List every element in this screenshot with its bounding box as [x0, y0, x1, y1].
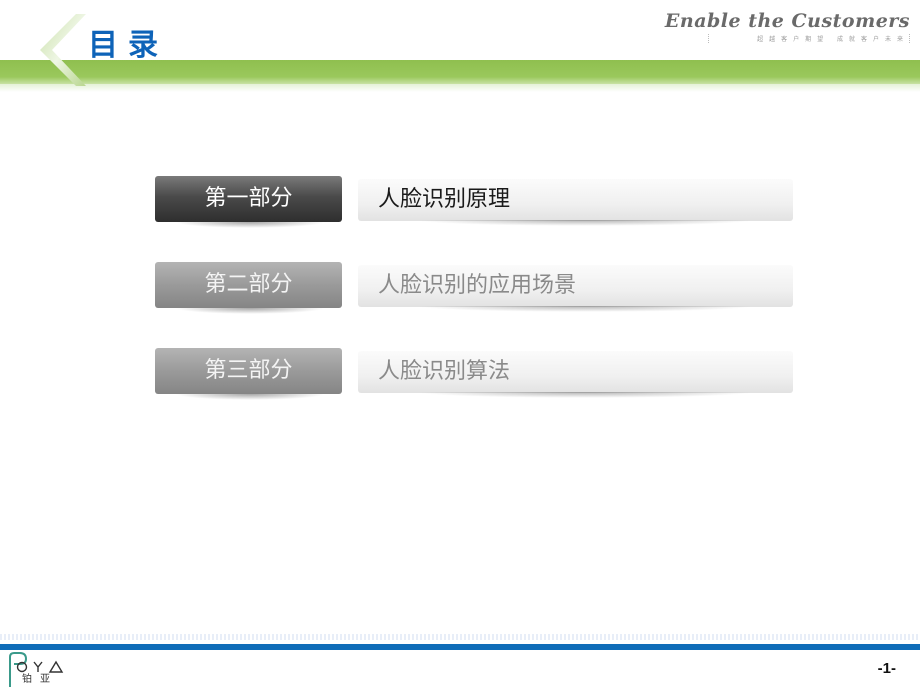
part-shadow	[175, 222, 325, 228]
slogan: Enable the Customers	[664, 10, 910, 32]
toc-item-1[interactable]: 第一部分 人脸识别原理	[155, 176, 795, 228]
topic-label: 人脸识别的应用场景	[358, 265, 793, 307]
logo-subtitle: 铂亚	[22, 674, 58, 685]
toc-item-2[interactable]: 第二部分 人脸识别的应用场景	[155, 262, 795, 314]
part-label: 第一部分	[155, 176, 342, 222]
page-title: 目录	[88, 28, 168, 63]
header-green-fade	[0, 84, 920, 92]
topic-shadow	[415, 306, 755, 312]
chevron-left-icon	[40, 14, 86, 86]
part-label: 第二部分	[155, 262, 342, 308]
topic-shadow	[415, 392, 755, 398]
topic-label: 人脸识别原理	[358, 179, 793, 221]
slogan-subtitle: 超越客户期望 成就客户未来	[708, 34, 910, 43]
part-shadow	[175, 308, 325, 314]
footer-blue-line	[0, 644, 920, 650]
part-label: 第三部分	[155, 348, 342, 394]
part-shadow	[175, 394, 325, 400]
footer-dotted-line	[0, 634, 920, 640]
page-number: -1-	[877, 660, 896, 677]
topic-shadow	[415, 220, 755, 226]
toc-item-3[interactable]: 第三部分 人脸识别算法	[155, 348, 795, 400]
topic-label: 人脸识别算法	[358, 351, 793, 393]
